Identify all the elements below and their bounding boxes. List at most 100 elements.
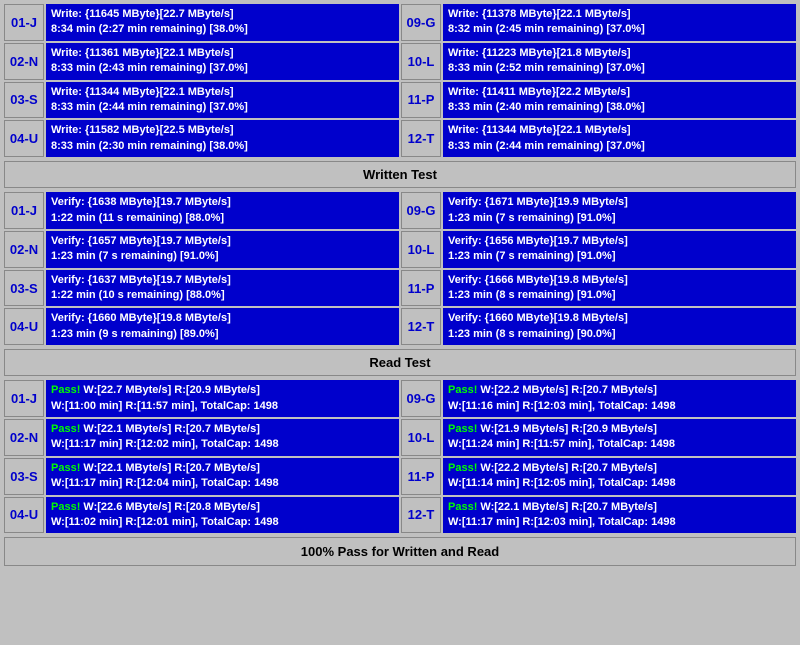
status-label: 100% Pass for Written and Read <box>301 544 499 559</box>
cell-left: Verify: {1660 MByte}[19.8 MByte/s]1:23 m… <box>46 308 399 345</box>
row-id-left: 01-J <box>4 380 44 417</box>
row-id-right: 10-L <box>401 231 441 268</box>
row-id-left: 02-N <box>4 43 44 80</box>
cell-line1: Write: {11411 MByte}[22.2 MByte/s] <box>448 85 791 100</box>
cell-line1: Pass! W:[22.2 MByte/s] R:[20.7 MByte/s] <box>448 383 791 398</box>
row-id-right: 10-L <box>401 43 441 80</box>
table-row: 04-UWrite: {11582 MByte}[22.5 MByte/s]8:… <box>4 120 796 157</box>
row-id-right: 09-G <box>401 192 441 229</box>
cell-right: Pass! W:[21.9 MByte/s] R:[20.9 MByte/s]W… <box>443 419 796 456</box>
cell-line2: 8:33 min (2:43 min remaining) [37.0%] <box>51 61 394 76</box>
cell-line2: 8:33 min (2:30 min remaining) [38.0%] <box>51 139 394 154</box>
table-row: 01-JWrite: {11645 MByte}[22.7 MByte/s]8:… <box>4 4 796 41</box>
cell-left: Pass! W:[22.7 MByte/s] R:[20.9 MByte/s]W… <box>46 380 399 417</box>
cell-line1: Write: {11645 MByte}[22.7 MByte/s] <box>51 7 394 22</box>
cell-left: Write: {11361 MByte}[22.1 MByte/s]8:33 m… <box>46 43 399 80</box>
cell-line2: 8:34 min (2:27 min remaining) [38.0%] <box>51 22 394 37</box>
table-row: 04-UPass! W:[22.6 MByte/s] R:[20.8 MByte… <box>4 497 796 534</box>
cell-line1: Verify: {1657 MByte}[19.7 MByte/s] <box>51 234 394 249</box>
cell-left: Write: {11582 MByte}[22.5 MByte/s]8:33 m… <box>46 120 399 157</box>
cell-line2: 1:23 min (7 s remaining) [91.0%] <box>448 249 791 264</box>
cell-line2: 1:23 min (7 s remaining) [91.0%] <box>51 249 394 264</box>
cell-line1: Verify: {1660 MByte}[19.8 MByte/s] <box>448 311 791 326</box>
pass-section: 01-JPass! W:[22.7 MByte/s] R:[20.9 MByte… <box>4 380 796 533</box>
cell-line2: W:[11:24 min] R:[11:57 min], TotalCap: 1… <box>448 437 791 452</box>
cell-right: Pass! W:[22.2 MByte/s] R:[20.7 MByte/s]W… <box>443 458 796 495</box>
cell-line1: Write: {11344 MByte}[22.1 MByte/s] <box>448 123 791 138</box>
row-id-right: 11-P <box>401 458 441 495</box>
verify-section: 01-JVerify: {1638 MByte}[19.7 MByte/s]1:… <box>4 192 796 345</box>
cell-line2: W:[11:17 min] R:[12:04 min], TotalCap: 1… <box>51 476 394 491</box>
table-row: 02-NPass! W:[22.1 MByte/s] R:[20.7 MByte… <box>4 419 796 456</box>
write-section: 01-JWrite: {11645 MByte}[22.7 MByte/s]8:… <box>4 4 796 157</box>
read-test-label: Read Test <box>369 355 430 370</box>
read-test-divider: Read Test <box>4 349 796 376</box>
cell-right: Verify: {1660 MByte}[19.8 MByte/s]1:23 m… <box>443 308 796 345</box>
cell-line1: Pass! W:[22.1 MByte/s] R:[20.7 MByte/s] <box>448 500 791 515</box>
cell-left: Write: {11645 MByte}[22.7 MByte/s]8:34 m… <box>46 4 399 41</box>
cell-line1: Verify: {1671 MByte}[19.9 MByte/s] <box>448 195 791 210</box>
row-id-left: 01-J <box>4 192 44 229</box>
row-id-right: 12-T <box>401 497 441 534</box>
cell-line1: Pass! W:[22.7 MByte/s] R:[20.9 MByte/s] <box>51 383 394 398</box>
row-id-left: 01-J <box>4 4 44 41</box>
cell-right: Write: {11378 MByte}[22.1 MByte/s]8:32 m… <box>443 4 796 41</box>
cell-line1: Pass! W:[22.1 MByte/s] R:[20.7 MByte/s] <box>51 461 394 476</box>
cell-left: Pass! W:[22.1 MByte/s] R:[20.7 MByte/s]W… <box>46 419 399 456</box>
cell-line1: Pass! W:[22.6 MByte/s] R:[20.8 MByte/s] <box>51 500 394 515</box>
row-id-left: 02-N <box>4 419 44 456</box>
cell-left: Write: {11344 MByte}[22.1 MByte/s]8:33 m… <box>46 82 399 119</box>
row-id-left: 04-U <box>4 120 44 157</box>
cell-line2: 8:33 min (2:52 min remaining) [37.0%] <box>448 61 791 76</box>
row-id-left: 02-N <box>4 231 44 268</box>
row-id-right: 11-P <box>401 82 441 119</box>
cell-left: Pass! W:[22.6 MByte/s] R:[20.8 MByte/s]W… <box>46 497 399 534</box>
row-id-right: 10-L <box>401 419 441 456</box>
cell-line1: Verify: {1666 MByte}[19.8 MByte/s] <box>448 273 791 288</box>
cell-line1: Verify: {1638 MByte}[19.7 MByte/s] <box>51 195 394 210</box>
cell-line2: W:[11:14 min] R:[12:05 min], TotalCap: 1… <box>448 476 791 491</box>
cell-right: Write: {11223 MByte}[21.8 MByte/s]8:33 m… <box>443 43 796 80</box>
cell-right: Write: {11411 MByte}[22.2 MByte/s]8:33 m… <box>443 82 796 119</box>
cell-line1: Write: {11361 MByte}[22.1 MByte/s] <box>51 46 394 61</box>
cell-line1: Write: {11344 MByte}[22.1 MByte/s] <box>51 85 394 100</box>
cell-line1: Verify: {1637 MByte}[19.7 MByte/s] <box>51 273 394 288</box>
cell-line1: Pass! W:[22.1 MByte/s] R:[20.7 MByte/s] <box>51 422 394 437</box>
written-test-label: Written Test <box>363 167 437 182</box>
cell-line2: 1:23 min (8 s remaining) [90.0%] <box>448 327 791 342</box>
cell-line2: 1:22 min (11 s remaining) [88.0%] <box>51 211 394 226</box>
table-row: 03-SVerify: {1637 MByte}[19.7 MByte/s]1:… <box>4 270 796 307</box>
cell-right: Pass! W:[22.1 MByte/s] R:[20.7 MByte/s]W… <box>443 497 796 534</box>
row-id-left: 03-S <box>4 458 44 495</box>
cell-right: Pass! W:[22.2 MByte/s] R:[20.7 MByte/s]W… <box>443 380 796 417</box>
row-id-left: 03-S <box>4 82 44 119</box>
status-bar: 100% Pass for Written and Read <box>4 537 796 566</box>
cell-line1: Write: {11582 MByte}[22.5 MByte/s] <box>51 123 394 138</box>
row-id-right: 12-T <box>401 120 441 157</box>
row-id-right: 09-G <box>401 4 441 41</box>
cell-line2: 1:22 min (10 s remaining) [88.0%] <box>51 288 394 303</box>
cell-right: Verify: {1671 MByte}[19.9 MByte/s]1:23 m… <box>443 192 796 229</box>
cell-line2: 8:33 min (2:40 min remaining) [38.0%] <box>448 100 791 115</box>
cell-left: Pass! W:[22.1 MByte/s] R:[20.7 MByte/s]W… <box>46 458 399 495</box>
cell-left: Verify: {1637 MByte}[19.7 MByte/s]1:22 m… <box>46 270 399 307</box>
cell-line2: W:[11:02 min] R:[12:01 min], TotalCap: 1… <box>51 515 394 530</box>
cell-line2: W:[11:17 min] R:[12:02 min], TotalCap: 1… <box>51 437 394 452</box>
row-id-right: 11-P <box>401 270 441 307</box>
row-id-left: 04-U <box>4 497 44 534</box>
row-id-right: 12-T <box>401 308 441 345</box>
cell-line2: 8:33 min (2:44 min remaining) [37.0%] <box>448 139 791 154</box>
row-id-left: 04-U <box>4 308 44 345</box>
table-row: 04-UVerify: {1660 MByte}[19.8 MByte/s]1:… <box>4 308 796 345</box>
written-test-divider: Written Test <box>4 161 796 188</box>
cell-line2: 8:32 min (2:45 min remaining) [37.0%] <box>448 22 791 37</box>
table-row: 02-NWrite: {11361 MByte}[22.1 MByte/s]8:… <box>4 43 796 80</box>
row-id-left: 03-S <box>4 270 44 307</box>
cell-line2: W:[11:17 min] R:[12:03 min], TotalCap: 1… <box>448 515 791 530</box>
cell-line2: W:[11:16 min] R:[12:03 min], TotalCap: 1… <box>448 399 791 414</box>
cell-line2: W:[11:00 min] R:[11:57 min], TotalCap: 1… <box>51 399 394 414</box>
cell-line1: Verify: {1660 MByte}[19.8 MByte/s] <box>51 311 394 326</box>
row-id-right: 09-G <box>401 380 441 417</box>
cell-right: Write: {11344 MByte}[22.1 MByte/s]8:33 m… <box>443 120 796 157</box>
cell-line1: Pass! W:[21.9 MByte/s] R:[20.9 MByte/s] <box>448 422 791 437</box>
